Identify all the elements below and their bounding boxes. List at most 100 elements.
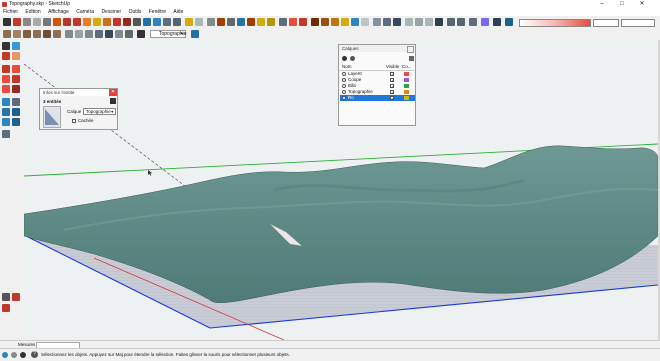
move-icon[interactable] xyxy=(2,98,10,106)
offset-tool-icon[interactable] xyxy=(103,18,111,26)
style-xray-icon[interactable] xyxy=(311,18,319,26)
geo-status-icon[interactable] xyxy=(2,352,8,358)
style-textured-icon[interactable] xyxy=(351,18,359,26)
menu-fichier[interactable]: Fichier xyxy=(0,9,21,16)
menu-affichage[interactable]: Affichage xyxy=(45,9,72,16)
follow-me-left-icon[interactable] xyxy=(12,108,20,116)
add-detail-icon[interactable] xyxy=(257,18,265,26)
save-icon[interactable] xyxy=(393,18,401,26)
print-icon[interactable] xyxy=(469,18,477,26)
layer-color-swatch[interactable] xyxy=(404,96,409,100)
layer-properties-icon[interactable] xyxy=(191,30,199,38)
visible-checkbox[interactable]: ✓ xyxy=(390,72,394,77)
rotate-icon[interactable] xyxy=(2,108,10,116)
geo-location-icon[interactable] xyxy=(493,18,501,26)
menu-outils[interactable]: Outils xyxy=(126,9,145,16)
arc-icon[interactable] xyxy=(2,85,10,93)
copy-icon[interactable] xyxy=(415,18,423,26)
maximize-button[interactable]: □ xyxy=(614,0,630,9)
follow-me-icon[interactable] xyxy=(113,18,121,26)
open-file-icon[interactable] xyxy=(383,18,391,26)
drape-icon[interactable] xyxy=(247,18,255,26)
visible-checkbox[interactable]: ✓ xyxy=(390,78,394,83)
layer-manager-icon[interactable] xyxy=(137,30,145,38)
arc-tool-icon[interactable] xyxy=(43,18,51,26)
active-layer-radio[interactable] xyxy=(342,96,346,100)
zoom-extents-icon[interactable] xyxy=(173,18,181,26)
paint-icon[interactable] xyxy=(2,52,10,60)
look-around-icon[interactable] xyxy=(2,304,10,312)
credits-icon[interactable] xyxy=(11,352,17,358)
component-icon[interactable] xyxy=(75,30,83,38)
pan-icon[interactable] xyxy=(153,18,161,26)
stamp-icon[interactable] xyxy=(237,18,245,26)
home-icon[interactable] xyxy=(105,30,113,38)
layer-select[interactable]: Topographie ▼ xyxy=(150,30,187,38)
undo-icon[interactable] xyxy=(447,18,455,26)
layer-color-swatch[interactable] xyxy=(404,78,409,82)
freehand-icon[interactable] xyxy=(12,65,20,73)
move-tool-icon[interactable] xyxy=(73,18,81,26)
line-icon[interactable] xyxy=(2,65,10,73)
layer-color-swatch[interactable] xyxy=(404,84,409,88)
entity-info-menu-icon[interactable] xyxy=(110,98,116,104)
paste-icon[interactable] xyxy=(425,18,433,26)
left-view-icon[interactable] xyxy=(53,30,61,38)
offset-icon[interactable] xyxy=(12,118,20,126)
rotate-tool-icon[interactable] xyxy=(83,18,91,26)
display-section-icon[interactable] xyxy=(289,18,297,26)
menu-dessiner[interactable]: Dessiner xyxy=(98,9,124,16)
back-view-icon[interactable] xyxy=(43,30,51,38)
layer-row-selected[interactable]: Ro ✓ xyxy=(340,95,415,101)
layout-icon[interactable] xyxy=(125,30,133,38)
select-tool-icon[interactable] xyxy=(3,18,11,26)
delete-icon[interactable] xyxy=(435,18,443,26)
layer-dropdown[interactable]: Topographie ▼ xyxy=(83,108,116,115)
components-icon[interactable] xyxy=(195,18,203,26)
visible-checkbox[interactable]: ✓ xyxy=(390,90,394,95)
pencil-tool-icon[interactable] xyxy=(13,18,21,26)
sandbox-contours-icon[interactable] xyxy=(207,18,215,26)
tape-icon[interactable] xyxy=(2,130,10,138)
paint-bucket-icon[interactable] xyxy=(123,18,131,26)
front-view-icon[interactable] xyxy=(23,30,31,38)
style-shaded-icon[interactable] xyxy=(341,18,349,26)
scale-icon[interactable] xyxy=(2,118,10,126)
warehouse-share-icon[interactable] xyxy=(95,30,103,38)
style-wireframe-icon[interactable] xyxy=(321,18,329,26)
right-view-icon[interactable] xyxy=(33,30,41,38)
select-arrow-icon[interactable] xyxy=(2,42,10,50)
push-pull-icon[interactable] xyxy=(63,18,71,26)
visible-checkbox[interactable]: ✓ xyxy=(390,96,394,101)
eraser-icon[interactable] xyxy=(12,52,20,60)
top-view-icon[interactable] xyxy=(13,30,21,38)
shadow-time-slider[interactable] xyxy=(519,19,591,27)
section-plane-icon[interactable] xyxy=(279,18,287,26)
user-icon[interactable] xyxy=(20,352,26,358)
smoove-icon[interactable] xyxy=(227,18,235,26)
shadow-time-field[interactable] xyxy=(593,19,619,27)
shadow-date-field[interactable] xyxy=(621,19,655,27)
extension-icon[interactable] xyxy=(115,30,123,38)
line-tool-icon[interactable] xyxy=(33,18,41,26)
redo-icon[interactable] xyxy=(457,18,465,26)
close-icon[interactable]: ✕ xyxy=(109,89,117,96)
active-layer-radio[interactable] xyxy=(342,84,346,88)
visible-checkbox[interactable]: ✓ xyxy=(390,84,394,89)
menu-fenetre[interactable]: Fenêtre xyxy=(146,9,169,16)
rectangle-tool-icon[interactable] xyxy=(53,18,61,26)
eraser-tool-icon[interactable] xyxy=(23,18,31,26)
zoom-icon[interactable] xyxy=(163,18,171,26)
group-icon[interactable] xyxy=(85,30,93,38)
sandbox-grid-icon[interactable] xyxy=(217,18,225,26)
active-layer-radio[interactable] xyxy=(342,90,346,94)
shadows-icon[interactable] xyxy=(505,18,513,26)
warehouse-icon[interactable] xyxy=(185,18,193,26)
active-layer-radio[interactable] xyxy=(342,72,346,76)
layer-color-swatch[interactable] xyxy=(404,72,409,76)
walk-icon[interactable] xyxy=(2,293,10,301)
orbit-icon[interactable] xyxy=(143,18,151,26)
circle-icon[interactable] xyxy=(12,75,20,83)
close-window-button[interactable]: ✕ xyxy=(634,0,650,9)
tape-measure-icon[interactable] xyxy=(133,18,141,26)
